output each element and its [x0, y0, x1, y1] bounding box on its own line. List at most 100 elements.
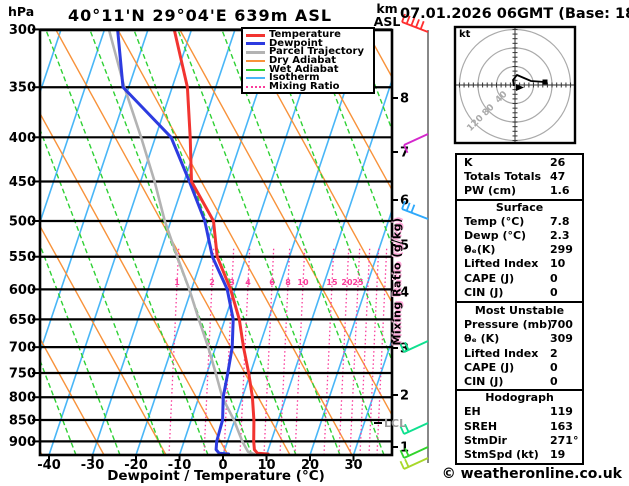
- legend-line-sample: [246, 68, 265, 71]
- km-tick-label: 8: [400, 92, 409, 107]
- panel-row-label: Lifted Index: [464, 346, 539, 360]
- mixing-ratio-value-labels: 1 2 3 4 6 8 10 15 20 25: [174, 278, 364, 287]
- panel-row-value: 163: [550, 419, 573, 433]
- pressure-tick-label: 700: [9, 341, 36, 356]
- mixing-ratio-label: 20: [341, 278, 353, 287]
- panel-row-label: θₑ (K): [464, 332, 500, 346]
- panel-row-label: StmSpd (kt): [464, 447, 539, 461]
- panel-row: CIN (J) 0: [457, 286, 582, 300]
- pressure-tick-label: 450: [9, 175, 36, 190]
- panel-row-value: 299: [550, 243, 573, 257]
- panel-row-value: 47: [550, 170, 566, 184]
- legend-line-sample: [246, 77, 265, 80]
- panel-row-label: Temp (°C): [464, 214, 525, 228]
- pressure-tick-label: 300: [9, 23, 36, 38]
- panel-row-value: 26: [550, 156, 566, 169]
- legend-line-sample: [246, 42, 265, 46]
- panel-section-header: Hodograph: [485, 391, 554, 405]
- panel-row-value: 0: [550, 360, 558, 374]
- mixing-ratio-label: 2: [209, 278, 215, 287]
- indices-panel-top: K 26 Totals Totals 47 PW (cm) 1.6 Surface Temp …: [455, 153, 584, 303]
- panel-row-value: 309: [550, 332, 573, 346]
- mixing-ratio-label: 8: [285, 278, 291, 287]
- panel-row: CAPE (J) 0: [457, 361, 582, 375]
- hodograph-unit-label: kt: [459, 29, 471, 40]
- panel-row: Temp (°C) 7.8: [457, 215, 582, 229]
- panel-row: EH 119: [457, 405, 582, 419]
- panel-row: Pressure (mb) 700: [457, 318, 582, 332]
- km-tick-label: 2: [400, 389, 409, 404]
- panel-row-label: Lifted Index: [464, 257, 539, 271]
- panel-row-label: K: [464, 156, 473, 169]
- pressure-tick-label: 850: [9, 413, 36, 428]
- panel-section-header: Surface: [495, 200, 544, 214]
- pressure-tick-label: 800: [9, 391, 36, 406]
- hodograph-trace-end-marker: [542, 79, 548, 85]
- panel-row-label: Dewp (°C): [464, 228, 527, 242]
- pressure-tick-label: 500: [9, 214, 36, 229]
- legend-line-sample: [246, 60, 265, 63]
- panel-row: Totals Totals 47: [457, 170, 582, 184]
- station-title: 40°11'N 29°04'E 639m ASL: [67, 6, 333, 25]
- mixing-ratio-label: 4: [245, 278, 251, 287]
- panel-row-value: 119: [550, 405, 573, 419]
- mixing-ratio-label: 25: [352, 278, 364, 287]
- hodograph: 4080120: [455, 27, 575, 143]
- pressure-tick-label: 900: [9, 435, 36, 450]
- legend-item-label: Mixing Ratio: [269, 80, 340, 92]
- panel-row: PW (cm) 1.6: [457, 184, 582, 198]
- panel-section-indices: K 26 Totals Totals 47 PW (cm) 1.6: [457, 156, 582, 199]
- panel-row-value: 2: [550, 346, 558, 360]
- panel-row-label: EH: [464, 405, 481, 419]
- panel-row-value: 10: [550, 257, 566, 271]
- legend-line-sample: [246, 85, 265, 88]
- panel-row: θₑ(K) 299: [457, 243, 582, 257]
- panel-section-hodograph: Hodograph EH 119 SREH 163 StmDir 271° StmSpd (k…: [457, 389, 582, 462]
- pressure-tick-label: 750: [9, 367, 36, 382]
- pressure-tick-label: 600: [9, 283, 36, 298]
- panel-row: StmDir 271°: [457, 434, 582, 448]
- pressure-tick-label: 650: [9, 313, 36, 328]
- mixing-ratio-label: 15: [326, 278, 338, 287]
- panel-row-value: 19: [550, 447, 566, 461]
- panel-row-value: 2.3: [550, 228, 570, 242]
- panel-row-label: PW (cm): [464, 184, 517, 198]
- panel-row: Lifted Index 2: [457, 347, 582, 361]
- pressure-tick-label: 350: [9, 81, 36, 96]
- panel-row-value: 0: [550, 374, 558, 388]
- pressure-tick-label: 400: [9, 131, 36, 146]
- panel-row: CIN (J) 0: [457, 375, 582, 389]
- panel-section-most-unstable: Most Unstable Pressure (mb) 700 θₑ (K) 309 Li…: [457, 304, 582, 389]
- mixing-ratio-label: 1: [174, 278, 180, 287]
- indices-panel-bottom: Most Unstable Pressure (mb) 700 θₑ (K) 309 Li…: [455, 301, 584, 466]
- panel-row-label: CIN (J): [464, 374, 504, 388]
- panel-row-label: StmDir: [464, 433, 507, 447]
- panel-row-label: θₑ(K): [464, 243, 496, 257]
- panel-row-value: 0: [550, 271, 558, 285]
- panel-row-label: CAPE (J): [464, 271, 515, 285]
- mixing-ratio-label: 10: [297, 278, 309, 287]
- legend-line-sample: [246, 33, 265, 37]
- mixing-ratio-axis-label: Mixing Ratio (g/kg): [390, 217, 404, 346]
- pressure-tick-label: 550: [9, 250, 36, 265]
- copyright-credit: © weatheronline.co.uk: [441, 466, 622, 482]
- panel-row-value: 0: [550, 285, 558, 299]
- temperature-axis-label: Dewpoint / Temperature (°C): [107, 468, 325, 484]
- panel-row: θₑ (K) 309: [457, 332, 582, 346]
- panel-section-header: Most Unstable: [474, 304, 565, 317]
- run-date: 07.01.2026 06GMT (Base: 18): [400, 6, 629, 22]
- legend: Temperature Dewpoint Parcel Trajectory Dry …: [241, 27, 375, 95]
- legend-item-mixing-ratio: Mixing Ratio: [246, 80, 373, 92]
- panel-row-value: 7.8: [550, 214, 570, 228]
- panel-row-label: Pressure (mb): [464, 318, 552, 332]
- panel-section-surface: Surface Temp (°C) 7.8 Dewp (°C) 2.3 θₑ(K) 299 L…: [457, 198, 582, 300]
- pressure-axis-unit: hPa: [8, 4, 35, 19]
- panel-row-label: Totals Totals: [464, 170, 542, 184]
- panel-row: StmSpd (kt) 19: [457, 448, 582, 462]
- panel-row: Dewp (°C) 2.3: [457, 229, 582, 243]
- panel-row-label: CAPE (J): [464, 360, 515, 374]
- hodograph-ring-label: 40: [494, 90, 510, 106]
- legend-line-sample: [246, 50, 265, 54]
- panel-row: K 26: [457, 156, 582, 170]
- panel-row-label: SREH: [464, 419, 498, 433]
